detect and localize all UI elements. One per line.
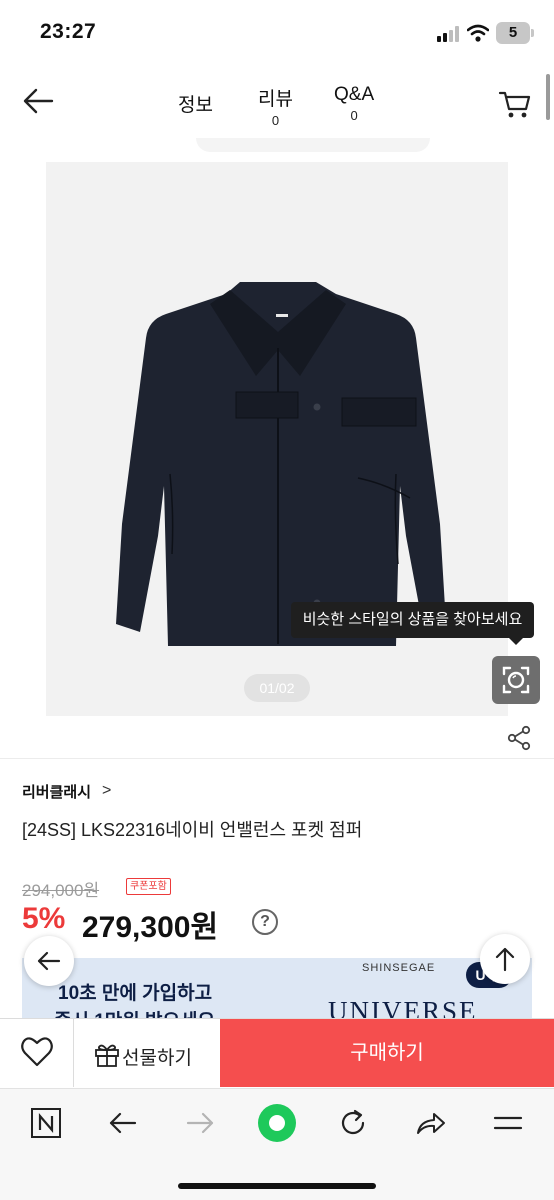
wifi-icon xyxy=(467,24,489,42)
scrollbar[interactable] xyxy=(546,74,550,120)
nav-drop-shadow xyxy=(196,138,430,152)
similar-style-tooltip: 비슷한 스타일의 상품을 찾아보세요 xyxy=(291,602,534,645)
refresh-icon[interactable] xyxy=(335,1105,371,1141)
status-time: 23:27 xyxy=(40,20,97,43)
battery-icon: 5 xyxy=(496,22,534,44)
share-icon[interactable] xyxy=(506,725,532,751)
banner-brand-small: SHINSEGAE xyxy=(362,962,436,974)
tab-review-count: 0 xyxy=(271,113,280,128)
discount-rate: 5% xyxy=(22,902,66,935)
tab-review[interactable]: 리뷰 0 xyxy=(258,84,293,128)
buy-button[interactable]: 구매하기 xyxy=(220,1019,554,1087)
back-arrow-icon[interactable] xyxy=(20,86,56,116)
brand-link[interactable]: 리버클래시 xyxy=(22,781,91,802)
sale-price: 279,300원 xyxy=(82,911,219,944)
scroll-top-button[interactable] xyxy=(480,934,530,984)
arrow-left-icon xyxy=(37,951,61,971)
promo-banner[interactable]: 10초 만에 가입하고 즉시 1만원 받으세요 SHINSEGAE UNIVER… xyxy=(22,958,532,1022)
chevron-right-icon[interactable]: > xyxy=(102,782,111,800)
product-title: [24SS] LKS22316네이비 언밸런스 포켓 점퍼 xyxy=(22,820,363,840)
naver-home-icon[interactable] xyxy=(28,1105,64,1141)
home-indicator xyxy=(178,1183,376,1189)
floating-back-button[interactable] xyxy=(24,936,74,986)
tab-info[interactable]: 정보 xyxy=(178,90,213,117)
banner-headline: 10초 만에 가입하고 xyxy=(58,983,213,1004)
coupon-badge: 쿠폰포함 xyxy=(126,878,171,895)
jacket-image xyxy=(116,282,446,646)
heart-icon xyxy=(21,1037,53,1067)
signal-icon xyxy=(437,26,459,42)
cart-icon[interactable] xyxy=(498,88,532,120)
gift-button[interactable]: 선물하기 xyxy=(74,1019,220,1087)
tab-info-label: 정보 xyxy=(178,95,213,116)
tab-qa-count: 0 xyxy=(350,108,358,123)
arrow-up-icon xyxy=(495,947,515,972)
browser-back-icon[interactable] xyxy=(105,1105,141,1141)
lens-icon xyxy=(502,666,530,694)
divider xyxy=(0,758,554,759)
tab-qa[interactable]: Q&A 0 xyxy=(334,84,374,123)
green-dot-icon[interactable] xyxy=(257,1103,297,1143)
gift-icon xyxy=(95,1044,119,1067)
browser-forward-icon[interactable] xyxy=(182,1105,218,1141)
lens-search-button[interactable] xyxy=(492,656,540,704)
top-nav: 정보 리뷰 0 Q&A 0 xyxy=(0,70,554,140)
menu-icon[interactable] xyxy=(490,1105,526,1141)
share-arrow-icon[interactable] xyxy=(412,1105,448,1141)
image-page-indicator: 01/02 xyxy=(244,674,310,702)
tab-qa-label: Q&A xyxy=(334,84,375,105)
tab-review-label: 리뷰 xyxy=(258,89,293,110)
original-price: 294,000원 xyxy=(22,881,100,900)
question-icon[interactable]: ? xyxy=(252,909,278,935)
gift-button-label: 선물하기 xyxy=(122,1048,192,1069)
battery-level: 5 xyxy=(508,24,518,41)
wishlist-button[interactable] xyxy=(0,1019,74,1087)
status-bar: 23:27 5 xyxy=(0,0,554,66)
purchase-action-bar: 선물하기 구매하기 xyxy=(0,1018,554,1087)
